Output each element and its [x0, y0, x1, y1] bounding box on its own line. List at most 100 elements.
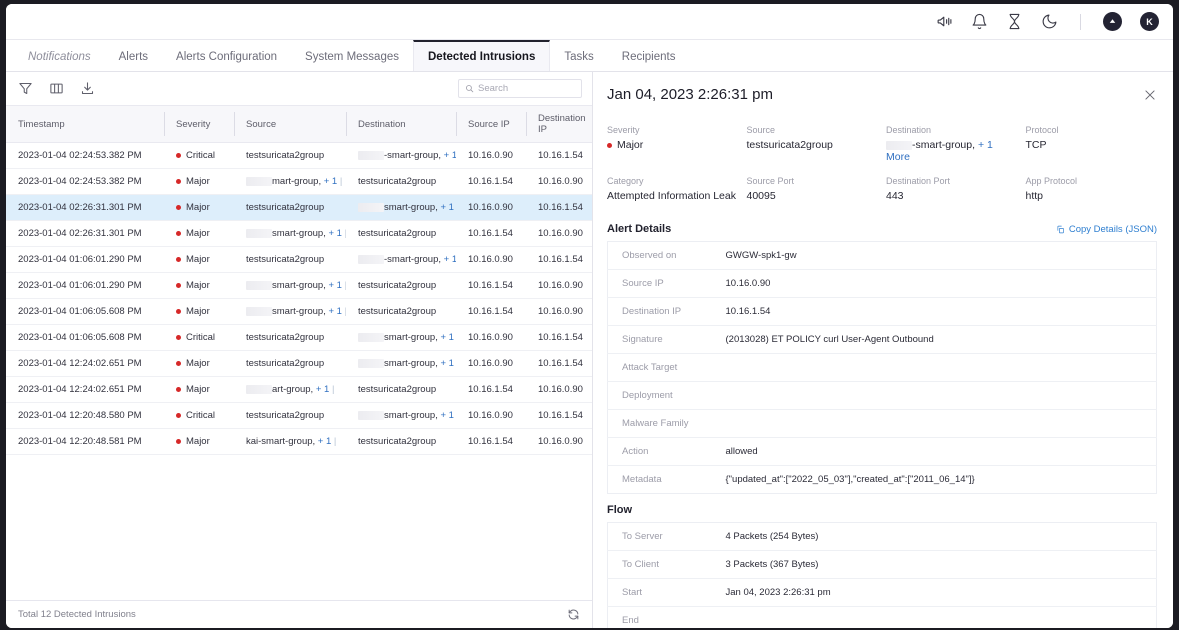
- column-header-source-ip[interactable]: Source IP: [456, 106, 526, 143]
- table-row[interactable]: 2023-01-04 02:24:53.382 PMMajormart-grou…: [6, 169, 592, 195]
- tab-notifications[interactable]: Notifications: [14, 40, 105, 71]
- top-header-bar: K: [6, 4, 1173, 40]
- more-truncation: |: [454, 332, 456, 343]
- filter-icon[interactable]: [18, 81, 33, 96]
- summary-value-source: testsuricata2group: [747, 139, 879, 174]
- table-row[interactable]: 2023-01-04 01:06:01.290 PMMajortestsuric…: [6, 247, 592, 273]
- close-icon[interactable]: [1143, 88, 1157, 102]
- table-row[interactable]: 2023-01-04 12:24:02.651 PMMajortestsuric…: [6, 351, 592, 377]
- cell-destination-ip: 10.16.0.90: [526, 299, 592, 325]
- content-area: Timestamp Severity Source Destination So…: [6, 72, 1173, 628]
- alert-details-body: Observed onGWGW-spk1-gwSource IP10.16.0.…: [608, 242, 1157, 494]
- download-icon[interactable]: [80, 81, 95, 96]
- table-row[interactable]: 2023-01-04 01:06:05.608 PMMajorsmart-gro…: [6, 299, 592, 325]
- table-row[interactable]: 2023-01-04 12:20:48.580 PMCriticaltestsu…: [6, 403, 592, 429]
- main-tab-bar: Notifications Alerts Alerts Configuratio…: [6, 40, 1173, 72]
- column-header-timestamp[interactable]: Timestamp: [6, 106, 164, 143]
- tab-system-messages[interactable]: System Messages: [291, 40, 413, 71]
- column-header-destination[interactable]: Destination: [346, 106, 456, 143]
- table-row[interactable]: 2023-01-04 01:06:05.608 PMCriticaltestsu…: [6, 325, 592, 351]
- tab-alerts-configuration[interactable]: Alerts Configuration: [162, 40, 291, 71]
- table-row[interactable]: 2023-01-04 02:26:31.301 PMMajorsmart-gro…: [6, 221, 592, 247]
- more-link[interactable]: + 1: [441, 254, 456, 265]
- copy-details-json-button[interactable]: Copy Details (JSON): [1056, 224, 1157, 235]
- columns-icon[interactable]: [49, 81, 64, 96]
- redacted-block: [246, 307, 272, 316]
- detail-row-value: GWGW-spk1-gw: [712, 242, 1157, 270]
- app-window: K Notifications Alerts Alerts Configurat…: [6, 4, 1173, 628]
- more-link[interactable]: + 1: [321, 176, 337, 187]
- redacted-block: [246, 229, 272, 238]
- tab-tasks[interactable]: Tasks: [550, 40, 607, 71]
- cell-source: smart-group, + 1 |: [234, 299, 346, 325]
- more-truncation: |: [337, 176, 342, 187]
- more-link[interactable]: + 1: [438, 332, 454, 343]
- more-link[interactable]: + 1: [326, 280, 342, 291]
- more-link[interactable]: + 1: [313, 384, 329, 395]
- tab-alerts[interactable]: Alerts: [105, 40, 162, 71]
- detail-row: Deployment: [608, 382, 1157, 410]
- tab-detected-intrusions[interactable]: Detected Intrusions: [413, 40, 550, 71]
- header-divider: [1080, 14, 1081, 30]
- more-link[interactable]: + 1: [315, 436, 331, 447]
- announcement-icon[interactable]: [936, 13, 953, 30]
- cell-destination-ip: 10.16.0.90: [526, 169, 592, 195]
- more-link[interactable]: + 1: [326, 306, 342, 317]
- cell-source: smart-group, + 1 |: [234, 273, 346, 299]
- more-link[interactable]: + 1: [438, 410, 454, 421]
- column-header-source[interactable]: Source: [234, 106, 346, 143]
- cell-source-ip: 10.16.0.90: [456, 143, 526, 169]
- search-input[interactable]: [478, 83, 575, 94]
- copy-details-label: Copy Details (JSON): [1069, 224, 1157, 235]
- detail-row-value: allowed: [712, 438, 1157, 466]
- more-link[interactable]: + 1: [438, 202, 454, 213]
- cell-timestamp: 2023-01-04 12:20:48.581 PM: [6, 429, 164, 455]
- detail-row: To Server4 Packets (254 Bytes): [608, 523, 1157, 551]
- detail-row-value: 10.16.0.90: [712, 270, 1157, 298]
- detail-row-value: [712, 410, 1157, 438]
- cell-source-ip: 10.16.0.90: [456, 247, 526, 273]
- detail-row-value: 4 Packets (254 Bytes): [712, 523, 1157, 551]
- redacted-block: [246, 177, 272, 186]
- table-row[interactable]: 2023-01-04 12:20:48.581 PMMajorkai-smart…: [6, 429, 592, 455]
- more-link[interactable]: + 1: [441, 150, 456, 161]
- detail-summary-grid: Severity Source Destination Protocol Maj…: [607, 125, 1157, 213]
- user-avatar[interactable]: K: [1140, 12, 1159, 31]
- cell-severity: Major: [164, 351, 234, 377]
- cell-source: testsuricata2group: [234, 247, 346, 273]
- intrusions-table: Timestamp Severity Source Destination So…: [6, 105, 592, 455]
- severity-dot-icon: [176, 413, 181, 418]
- detail-row-key: Malware Family: [608, 410, 712, 438]
- intrusions-table-scroll[interactable]: Timestamp Severity Source Destination So…: [6, 105, 592, 600]
- redacted-block: [358, 255, 384, 264]
- cell-destination: smart-group, + 1 |: [346, 195, 456, 221]
- cell-destination-ip: 10.16.1.54: [526, 143, 592, 169]
- detail-row: Source IP10.16.0.90: [608, 270, 1157, 298]
- bell-icon[interactable]: [971, 13, 988, 30]
- refresh-icon[interactable]: [567, 608, 580, 621]
- cell-destination: smart-group, + 1 |: [346, 351, 456, 377]
- more-truncation: |: [454, 358, 456, 369]
- account-avatar[interactable]: [1103, 12, 1122, 31]
- detail-row: End: [608, 607, 1157, 629]
- cell-timestamp: 2023-01-04 01:06:01.290 PM: [6, 247, 164, 273]
- table-row[interactable]: 2023-01-04 02:26:31.301 PMMajortestsuric…: [6, 195, 592, 221]
- table-row[interactable]: 2023-01-04 02:24:53.382 PMCriticaltestsu…: [6, 143, 592, 169]
- table-row[interactable]: 2023-01-04 01:06:01.290 PMMajorsmart-gro…: [6, 273, 592, 299]
- more-link[interactable]: + 1: [326, 228, 342, 239]
- summary-value-app-protocol: http: [1026, 190, 1158, 213]
- column-header-destination-ip[interactable]: Destination IP: [526, 106, 592, 143]
- cell-source-ip: 10.16.1.54: [456, 169, 526, 195]
- search-box[interactable]: [458, 79, 582, 98]
- summary-label-destination: Destination: [886, 125, 1018, 137]
- cell-timestamp: 2023-01-04 02:26:31.301 PM: [6, 195, 164, 221]
- hourglass-icon[interactable]: [1006, 13, 1023, 30]
- cell-source-ip: 10.16.0.90: [456, 195, 526, 221]
- detail-row-value: Jan 04, 2023 2:26:31 pm: [712, 579, 1157, 607]
- more-link[interactable]: + 1: [438, 358, 454, 369]
- column-header-severity[interactable]: Severity: [164, 106, 234, 143]
- cell-source: kai-smart-group, + 1 |: [234, 429, 346, 455]
- table-row[interactable]: 2023-01-04 12:24:02.651 PMMajorart-group…: [6, 377, 592, 403]
- moon-icon[interactable]: [1041, 13, 1058, 30]
- tab-recipients[interactable]: Recipients: [608, 40, 690, 71]
